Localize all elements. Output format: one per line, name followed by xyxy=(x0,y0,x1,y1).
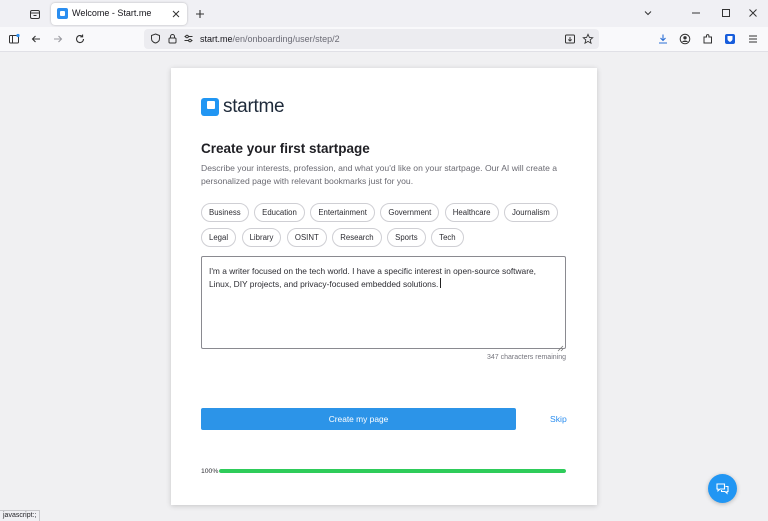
logo-mark-icon xyxy=(201,98,219,116)
back-icon[interactable] xyxy=(28,31,44,47)
nav-toolbar: start.me/en/onboarding/user/step/2 xyxy=(0,27,768,52)
reload-icon[interactable] xyxy=(72,31,88,47)
chip-journalism[interactable]: Journalism xyxy=(504,203,558,222)
startme-logo[interactable]: startme xyxy=(201,96,285,118)
star-icon[interactable] xyxy=(581,32,594,45)
maximize-icon[interactable] xyxy=(718,5,734,21)
extensions-icon[interactable] xyxy=(700,31,716,47)
tab-start-me[interactable]: Welcome - Start.me xyxy=(51,3,187,25)
progress-fill xyxy=(219,469,566,473)
start-me-favicon-icon xyxy=(57,8,68,19)
page-description: Describe your interests, profession, and… xyxy=(201,163,558,186)
create-page-button[interactable]: Create my page xyxy=(201,408,516,430)
url-text[interactable]: start.me/en/onboarding/user/step/2 xyxy=(200,34,340,44)
chip-business[interactable]: Business xyxy=(201,203,249,222)
minimize-icon[interactable] xyxy=(688,5,704,21)
tab-list-icon[interactable] xyxy=(26,5,44,23)
skip-link[interactable]: Skip xyxy=(550,414,567,424)
sidebar-icon[interactable] xyxy=(6,31,22,47)
interest-chips: Business Education Entertainment Governm… xyxy=(201,203,581,252)
chip-sports[interactable]: Sports xyxy=(387,227,426,247)
characters-remaining: 347 characters remaining xyxy=(487,354,566,361)
textarea-content: I'm a writer focused on the tech world. … xyxy=(209,265,554,291)
progress-bar xyxy=(219,469,566,473)
progress-label: 100% xyxy=(201,468,219,475)
chip-entertainment[interactable]: Entertainment xyxy=(310,203,375,222)
text-caret xyxy=(440,278,442,288)
chat-icon xyxy=(716,483,729,495)
logo-text: startme xyxy=(223,96,285,117)
onboarding-card: startme Create your first startpage Desc… xyxy=(171,68,597,505)
menu-icon[interactable] xyxy=(745,31,761,47)
page-viewport: startme Create your first startpage Desc… xyxy=(0,52,768,521)
lock-icon[interactable] xyxy=(166,32,179,45)
textarea-value: I'm a writer focused on the tech world. … xyxy=(209,266,536,289)
download-icon[interactable] xyxy=(655,31,671,47)
url-bar[interactable]: start.me/en/onboarding/user/step/2 xyxy=(144,29,599,49)
bitwarden-icon[interactable] xyxy=(722,31,738,47)
forward-icon[interactable] xyxy=(50,31,66,47)
chevron-down-icon[interactable] xyxy=(640,5,656,21)
chip-legal[interactable]: Legal xyxy=(201,227,237,247)
chip-healthcare[interactable]: Healthcare xyxy=(444,203,499,222)
page-title: Create your first startpage xyxy=(201,141,370,156)
reader-view-icon[interactable] xyxy=(563,32,576,45)
shield-icon[interactable] xyxy=(149,32,162,45)
url-host: start.me xyxy=(200,34,233,44)
interests-textarea[interactable]: I'm a writer focused on the tech world. … xyxy=(201,256,566,352)
chip-government[interactable]: Government xyxy=(380,203,440,222)
tab-title: Welcome - Start.me xyxy=(72,8,152,18)
chip-osint[interactable]: OSINT xyxy=(286,227,327,247)
account-icon[interactable] xyxy=(677,31,693,47)
resize-grip-icon[interactable] xyxy=(556,339,564,352)
chat-button[interactable] xyxy=(708,474,737,503)
tab-strip: Welcome - Start.me xyxy=(0,0,768,27)
chip-research[interactable]: Research xyxy=(332,227,382,247)
close-icon[interactable] xyxy=(169,7,182,20)
chip-row-2: Legal Library OSINT Research Sports Tech xyxy=(201,227,581,247)
chip-library[interactable]: Library xyxy=(241,227,282,247)
url-path: /en/onboarding/user/step/2 xyxy=(232,34,340,44)
plus-icon[interactable] xyxy=(192,6,208,22)
chip-education[interactable]: Education xyxy=(254,203,305,222)
status-bar: javascript:; xyxy=(0,510,41,521)
permissions-icon[interactable] xyxy=(182,32,195,45)
chip-tech[interactable]: Tech xyxy=(431,227,464,247)
chip-row-1: Business Education Entertainment Governm… xyxy=(201,203,581,222)
close-window-icon[interactable] xyxy=(745,5,761,21)
